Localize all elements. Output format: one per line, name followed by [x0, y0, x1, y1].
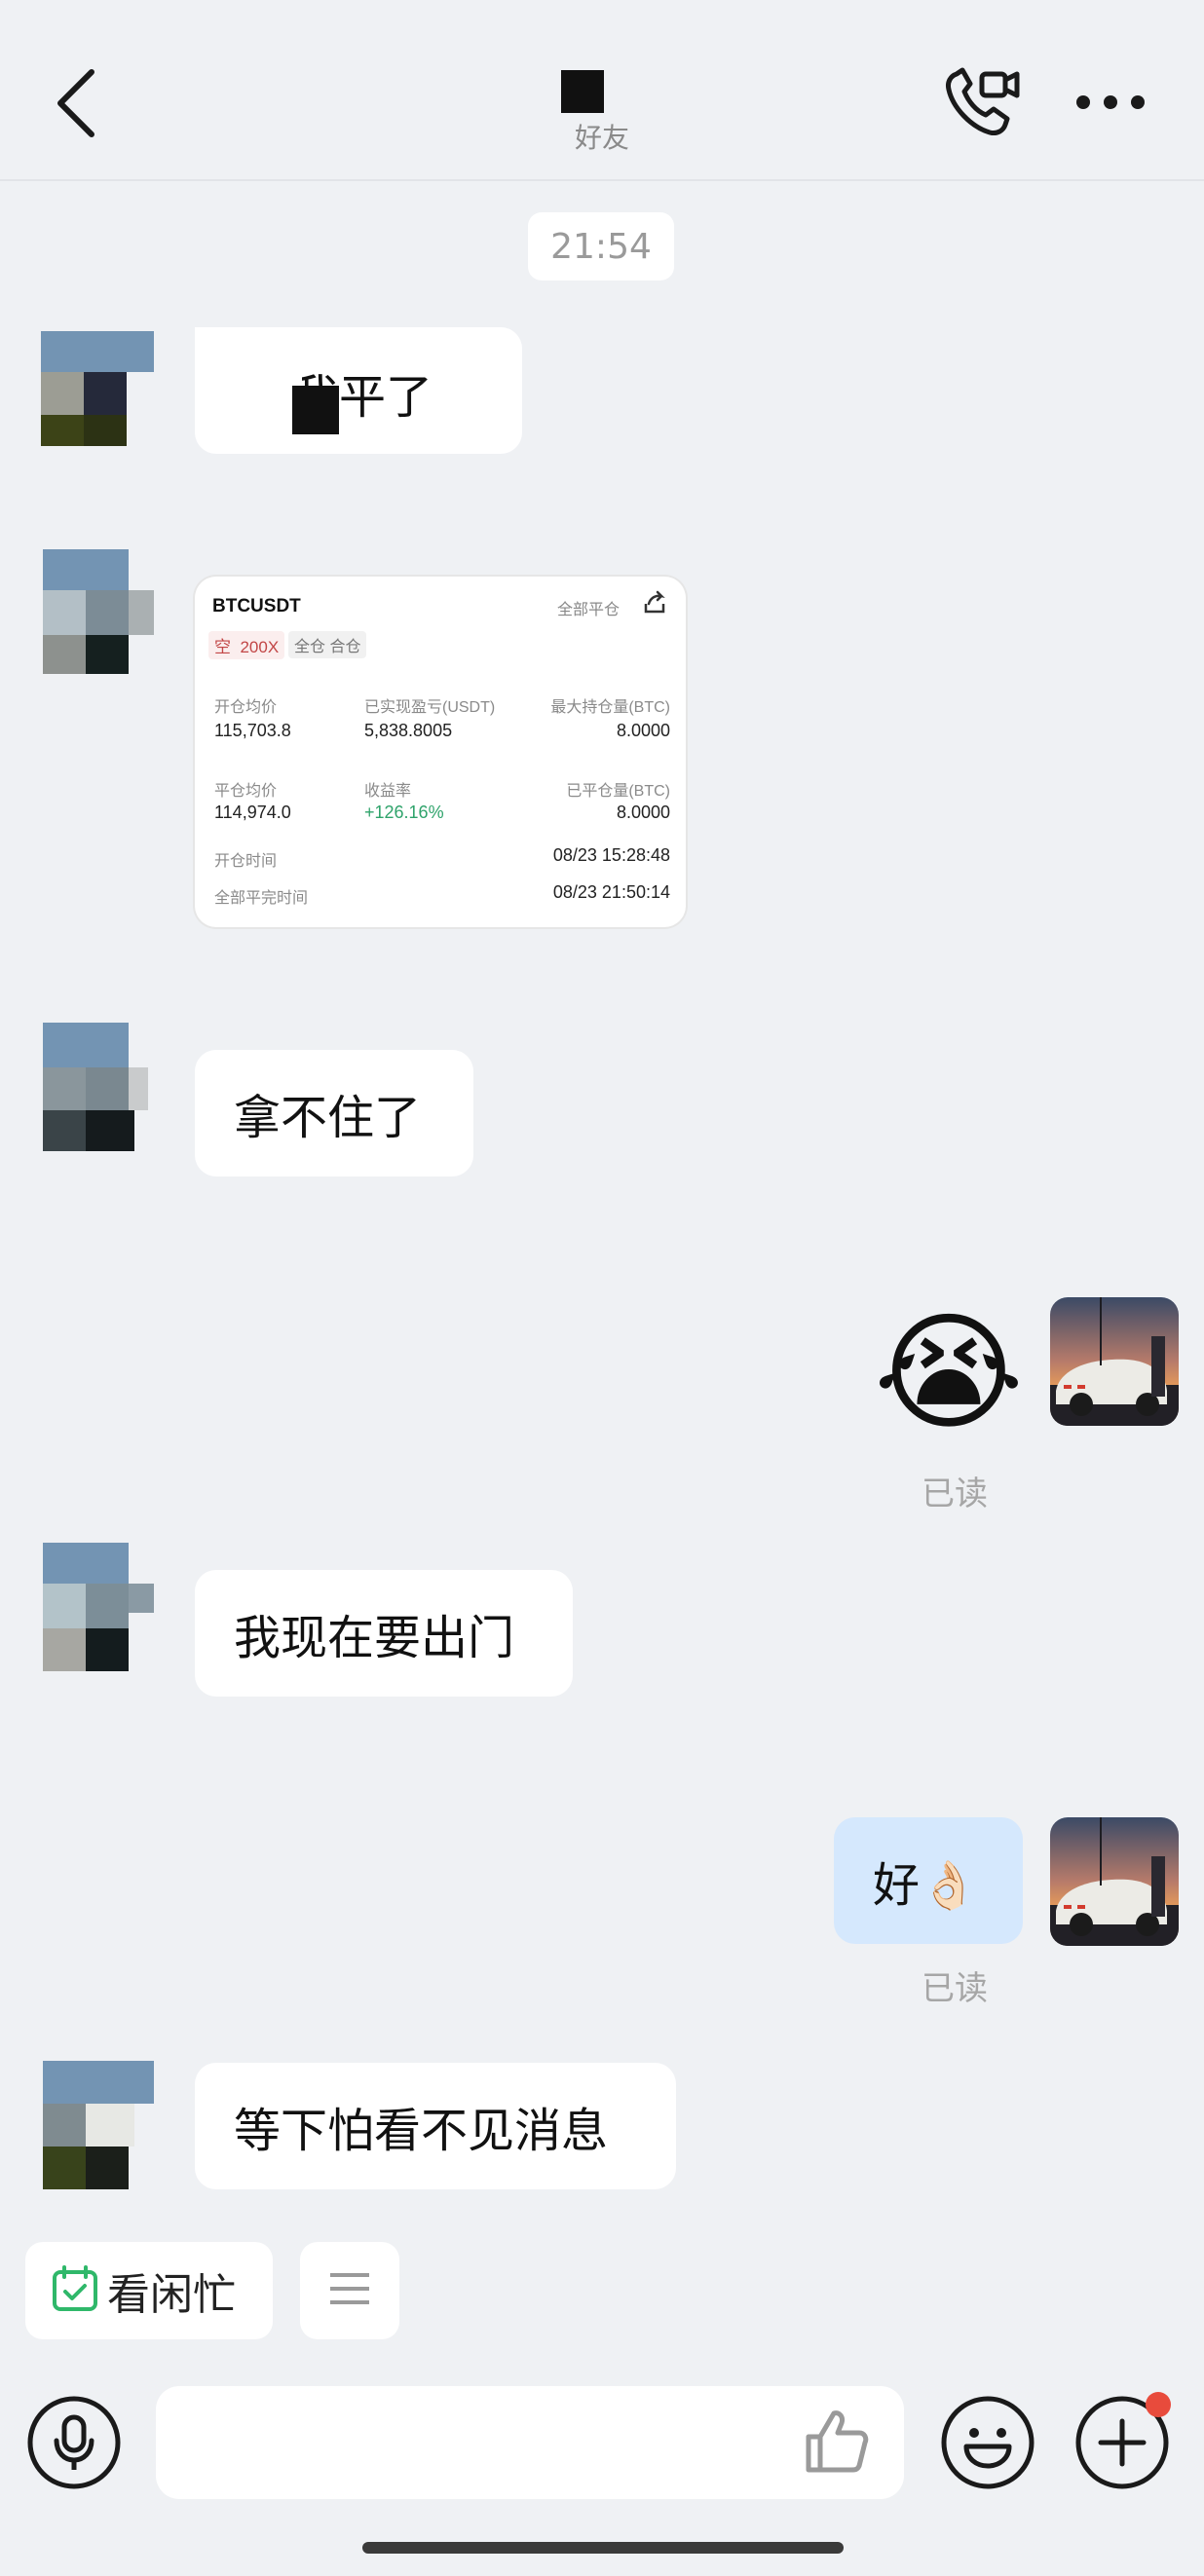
avatar[interactable] [25, 545, 154, 674]
check-availability-button[interactable]: 看闲忙 [25, 2242, 273, 2339]
trade-share-card[interactable]: BTCUSDT 全部平仓 空 200X 全仓 合仓 开仓均价 115,703.8… [195, 577, 686, 927]
open-time-value: 08/23 15:28:48 [552, 845, 670, 865]
trade-symbol: BTCUSDT [212, 596, 301, 616]
message-bubble[interactable]: 我现在要出门 [195, 1570, 573, 1697]
open-time-label: 开仓时间 [214, 853, 278, 870]
message-text: 我现在要出门 [234, 1611, 515, 1665]
notification-dot [1146, 2392, 1171, 2417]
leverage: 200X [240, 638, 280, 656]
roi-value: +126.16% [364, 803, 444, 822]
time-divider: 21:54 [528, 212, 674, 280]
close-time-value: 08/23 21:50:14 [552, 882, 670, 902]
roi-label: 收益率 [364, 783, 412, 800]
realized-pnl-value: 5,838.8005 [364, 721, 453, 740]
open-avg-value: 115,703.8 [214, 721, 291, 740]
closed-qty-value: 8.0000 [616, 803, 670, 822]
smiley-icon[interactable] [941, 2396, 1035, 2489]
max-position-value: 8.0000 [616, 721, 670, 740]
message-text: 拿不住了 [234, 1091, 422, 1145]
max-position-label: 最大持仓量(BTC) [550, 699, 670, 716]
avatar[interactable] [25, 1543, 154, 1671]
read-status: 已读 [922, 1475, 988, 1513]
side-label: 空 [214, 638, 231, 656]
microphone-icon[interactable] [27, 2396, 121, 2489]
message-text: 好👌🏻 [873, 1858, 978, 1913]
more-dots-icon[interactable] [1072, 88, 1149, 117]
avatar[interactable] [25, 317, 154, 446]
emoji-message[interactable]: 😭 [871, 1295, 1027, 1451]
contact-name-redacted [561, 70, 604, 113]
home-indicator[interactable] [362, 2542, 844, 2554]
back-icon[interactable] [49, 66, 107, 140]
message-text: 等下怕看不见消息 [234, 2104, 609, 2158]
close-time-label: 全部平完时间 [214, 890, 309, 907]
close-all-label: 全部平仓 [557, 602, 621, 618]
realized-pnl-label: 已实现盈亏(USDT) [364, 699, 496, 716]
redaction-mask [195, 327, 302, 434]
message-bubble[interactable]: 等下怕看不见消息 [195, 2063, 676, 2189]
message-input[interactable] [156, 2386, 904, 2499]
margin-mode-tag: 全仓 合仓 [288, 631, 367, 658]
menu-button[interactable] [300, 2242, 399, 2339]
contact-subtitle: 好友 [574, 122, 629, 154]
close-avg-label: 平仓均价 [214, 783, 278, 800]
check-availability-label: 看闲忙 [107, 2270, 236, 2320]
close-avg-value: 114,974.0 [214, 803, 291, 822]
thumbs-up-icon[interactable] [801, 2406, 873, 2478]
closed-qty-label: 已平仓量(BTC) [566, 783, 670, 800]
phone-video-icon[interactable] [943, 66, 1021, 140]
position-tag: 空 200X [208, 631, 285, 659]
my-avatar[interactable] [1050, 1817, 1179, 1946]
my-avatar[interactable] [1050, 1297, 1179, 1426]
read-status: 已读 [922, 1969, 988, 2008]
calendar-check-icon [51, 2264, 99, 2317]
redaction-block [292, 386, 339, 434]
message-bubble[interactable]: 拿不住了 [195, 1050, 473, 1176]
share-icon[interactable] [643, 590, 666, 616]
my-message-bubble[interactable]: 好👌🏻 [834, 1817, 1023, 1944]
avatar[interactable] [25, 1023, 154, 1151]
menu-lines-icon [328, 2269, 371, 2312]
avatar[interactable] [25, 2061, 154, 2189]
open-avg-label: 开仓均价 [214, 699, 278, 716]
